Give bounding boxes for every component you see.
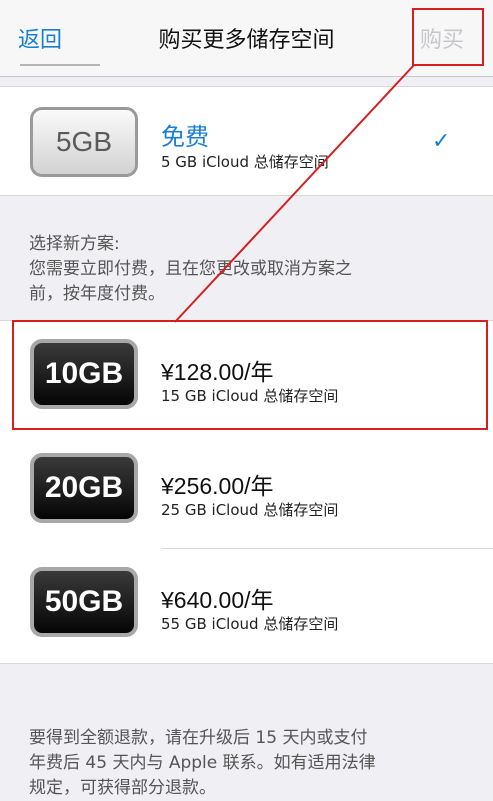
plan-list: 10GB ¥128.00/年 15 GB iCloud 总储存空间 20GB ¥… [0,320,493,664]
plan-row-50gb[interactable]: 50GB ¥640.00/年 55 GB iCloud 总储存空间 [0,549,493,663]
storage-badge-5gb: 5GB [30,107,138,177]
note-heading: 选择新方案: [29,234,120,254]
refund-line: 要得到全额退款，请在升级后 15 天内或支付 [29,728,368,748]
storage-badge-20gb: 20GB [30,453,138,523]
plan-row-10gb[interactable]: 10GB ¥128.00/年 15 GB iCloud 总储存空间 [0,321,493,435]
plan-note: 选择新方案: 您需要立即付费，且在您更改或取消方案之 前，按年度付费。 [29,232,469,307]
refund-line: 年费后 45 天内与 Apple 联系。如有适用法律 [29,753,376,773]
checkmark-icon: ✓ [432,129,451,154]
navigation-bar: 返回 购买更多储存空间 购买 [0,0,493,77]
current-plan-name: 免费 [161,123,209,151]
plan-price: ¥128.00/年 [161,359,274,385]
storage-badge-50gb: 50GB [30,567,138,637]
refund-line: 规定，可获得部分退款。 [29,778,216,798]
note-line: 您需要立即付费，且在您更改或取消方案之 [29,259,352,279]
refund-note: 要得到全额退款，请在升级后 15 天内或支付 年费后 45 天内与 Apple … [29,726,469,801]
current-plan-description: 5 GB iCloud 总储存空间 [161,153,329,171]
buy-button[interactable]: 购买 [420,22,464,54]
plan-row-20gb[interactable]: 20GB ¥256.00/年 25 GB iCloud 总储存空间 [0,435,493,549]
storage-badge-10gb: 10GB [30,339,138,409]
plan-price: ¥640.00/年 [161,587,274,613]
clipped-divider [20,64,100,72]
note-line: 前，按年度付费。 [29,284,165,304]
plan-storage: 25 GB iCloud 总储存空间 [161,501,339,519]
current-plan-row[interactable]: 5GB 免费 5 GB iCloud 总储存空间 ✓ [0,86,493,196]
plan-storage: 15 GB iCloud 总储存空间 [161,387,339,405]
plan-storage: 55 GB iCloud 总储存空间 [161,615,339,633]
plan-price: ¥256.00/年 [161,473,274,499]
